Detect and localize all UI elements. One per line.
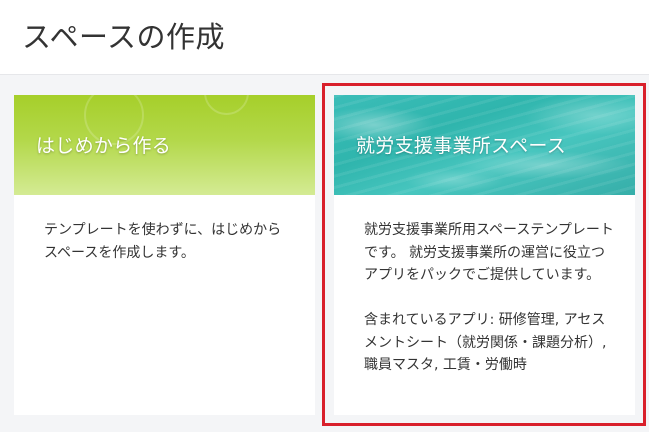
blank-card-banner: はじめから作る (14, 95, 315, 195)
template-card-title: 就労支援事業所スペース (356, 135, 567, 157)
employment-support-template-card[interactable]: 就労支援事業所スペース 就労支援事業所用スペーステンプレートです。 就労支援事業… (334, 95, 635, 415)
template-card-banner: 就労支援事業所スペース (334, 95, 635, 195)
page-title: スペースの作成 (22, 20, 226, 54)
decorative-circle (204, 95, 249, 115)
blank-card-description: テンプレートを使わずに、はじめからスペースを作成します。 (44, 222, 282, 261)
page-header: スペースの作成 (0, 0, 649, 75)
template-card-description: 就労支援事業所用スペーステンプレートです。 就労支援事業所の運営に役立つアプリを… (364, 222, 614, 373)
blank-space-card[interactable]: はじめから作る テンプレートを使わずに、はじめからスペースを作成します。 (14, 95, 315, 415)
blank-card-title: はじめから作る (36, 135, 172, 157)
